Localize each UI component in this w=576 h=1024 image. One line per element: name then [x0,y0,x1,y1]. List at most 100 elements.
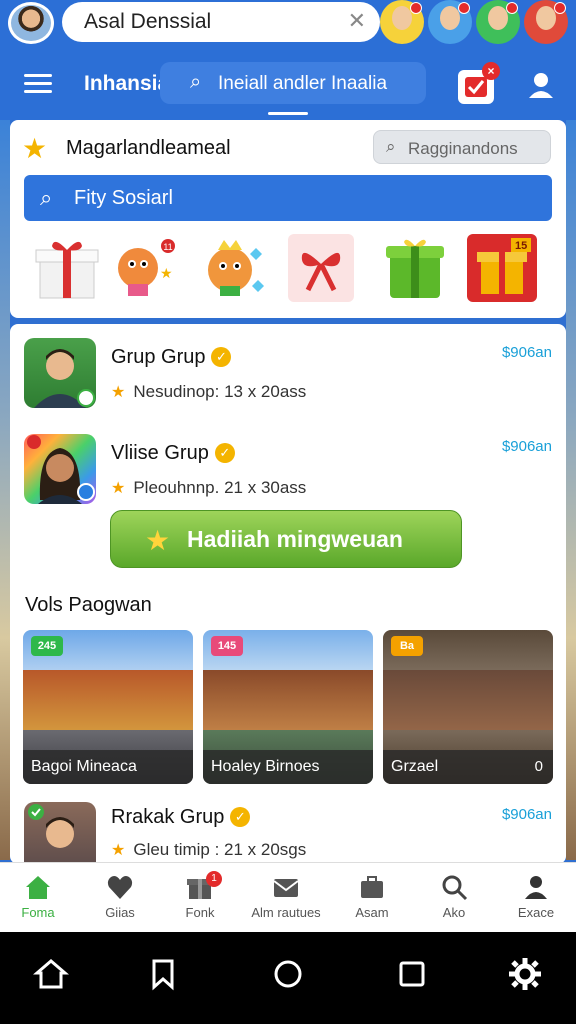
home-icon[interactable] [33,956,69,992]
reward-button-label: Hadiiah mingweuan [187,526,403,552]
bottom-navigation: Foma Giias 1 Fonk Alm rautues Asam Ako E… [0,862,576,932]
nav-label: Exace [517,905,555,920]
background-strip [0,120,10,860]
recent-apps-icon[interactable] [394,956,430,992]
svg-text:11: 11 [163,242,172,252]
group-name: Grup Grup ✓ [111,346,232,369]
svg-text:★: ★ [160,266,173,282]
event-card[interactable]: 245 Bagoi Mineaca [23,630,193,784]
nav-item-favorites[interactable]: Giias [80,873,160,927]
bookmark-icon[interactable] [145,956,181,992]
groups-card: Grup Grup ✓ ★ Nesudinop: 13 x 20ass $906an… [10,324,566,872]
search-icon: ⌕ [40,185,53,210]
friend-avatar[interactable] [476,0,520,44]
section-title: Vols Paogwan [25,594,152,616]
app-header: Inhansia ⌕ Ineiall andler Inaalia × [0,48,576,120]
header-search-text: Ineiall andler Inaalia [218,73,388,94]
gift-count-label: 15 [515,240,528,252]
friend-avatar[interactable] [380,0,424,44]
promo-search-placeholder: Ragginandons [408,139,518,158]
nav-label: Ako [442,905,466,920]
event-count: 0 [534,758,543,775]
group-price: $906an [501,438,552,455]
gift-box-icon[interactable] [34,234,100,302]
group-avatar [24,338,96,408]
background-strip [566,120,576,860]
group-meta: ★ Nesudinop: 13 x 20ass [111,382,306,402]
top-bar: Asal Denssial ✕ [0,0,576,48]
verified-icon: ✓ [230,807,251,827]
nav-item-messages[interactable]: Alm rautues [246,873,326,927]
weekly-reward-button[interactable]: ★ Hadiiah mingweuan [110,510,462,568]
nav-item-profile[interactable]: Exace [496,873,576,927]
group-price: $906an [501,344,552,361]
user-avatar[interactable] [8,2,54,44]
group-name-text: Vliise Grup [111,442,209,464]
verified-icon: ✓ [214,443,235,463]
event-caption: Hoaley Birnoes [211,758,320,775]
top-search-value: Asal Denssial [84,10,212,33]
group-avatar [24,434,96,504]
search-icon: ⌕ [386,137,396,156]
friend-avatar[interactable] [524,0,568,44]
event-tag: 245 [31,636,63,656]
top-search-input[interactable]: Asal Denssial ✕ [62,2,380,42]
star-icon: ★ [111,384,126,401]
group-meta-text: Pleouhnnp. 21 x 30ass [133,478,307,497]
close-icon[interactable]: ✕ [348,8,366,34]
system-navigation-bar [0,932,576,1024]
star-icon: ★ [111,842,126,859]
green-box-icon[interactable] [382,234,448,302]
group-meta: ★ Gleu timip : 21 x 20sgs [111,840,306,860]
promo-card: ★ Magarlandleameal ⌕ Ragginandons ⌕ Fity… [10,120,566,318]
ribbon-icon[interactable] [288,234,354,302]
mascot-icon[interactable] [200,234,266,302]
app-title: Inhansia [84,72,170,95]
red-gift-icon[interactable]: 15 [467,234,537,302]
group-meta-text: Gleu timip : 21 x 20sgs [133,840,307,859]
nav-label: Giias [105,905,135,920]
group-price: $906an [501,806,552,823]
nav-label: Alm rautues [251,905,321,920]
promo-search-input[interactable]: ⌕ Ragginandons [373,130,551,164]
nav-item-work[interactable]: Asam [332,873,412,927]
nav-label: Fonk [185,905,215,920]
briefcase-icon [361,876,383,898]
nav-label: Asam [355,905,389,920]
nav-label: Foma [21,905,55,920]
nav-badge: 1 [206,871,222,887]
nav-item-search[interactable]: Ako [414,873,494,927]
tab-indicator [268,112,308,115]
event-card[interactable]: Ba Grzael 0 [383,630,553,784]
event-caption: Bagoi Mineaca [31,758,137,775]
promo-search-bar[interactable]: ⌕ Fity Sosiarl [24,175,552,221]
group-name: Vliise Grup ✓ [111,442,235,465]
gear-icon[interactable] [507,956,543,992]
header-search-input[interactable]: ⌕ Ineiall andler Inaalia [160,62,426,104]
friend-avatar[interactable] [428,0,472,44]
group-meta: ★ Pleouhnnp. 21 x 30ass [111,478,306,498]
verified-icon: ✓ [211,347,232,367]
mascot-icon[interactable]: 11 ★ [112,234,178,302]
promo-title: Magarlandleameal [66,137,231,159]
hamburger-menu-icon[interactable] [24,74,52,94]
event-card[interactable]: 145 Hoaley Birnoes [203,630,373,784]
nav-item-gifts[interactable]: 1 Fonk [160,871,240,927]
check-icon [465,77,487,97]
group-meta-text: Nesudinop: 13 x 20ass [133,382,307,401]
home-icon [26,876,50,899]
event-tag: Ba [391,636,423,656]
search-icon [442,875,468,901]
profile-icon[interactable] [528,70,554,104]
group-name-text: Grup Grup [111,346,206,368]
nav-item-home[interactable]: Foma [0,873,78,927]
star-icon: ★ [22,133,48,164]
notification-badge: × [482,62,500,80]
star-icon: ★ [145,525,171,556]
circle-home-icon[interactable] [270,956,306,992]
group-name-text: Rrakak Grup [111,806,225,828]
promo-bar-text: Fity Sosiarl [74,187,173,209]
event-tag: 145 [211,636,243,656]
star-icon: ★ [111,480,126,497]
profile-icon [525,876,547,899]
